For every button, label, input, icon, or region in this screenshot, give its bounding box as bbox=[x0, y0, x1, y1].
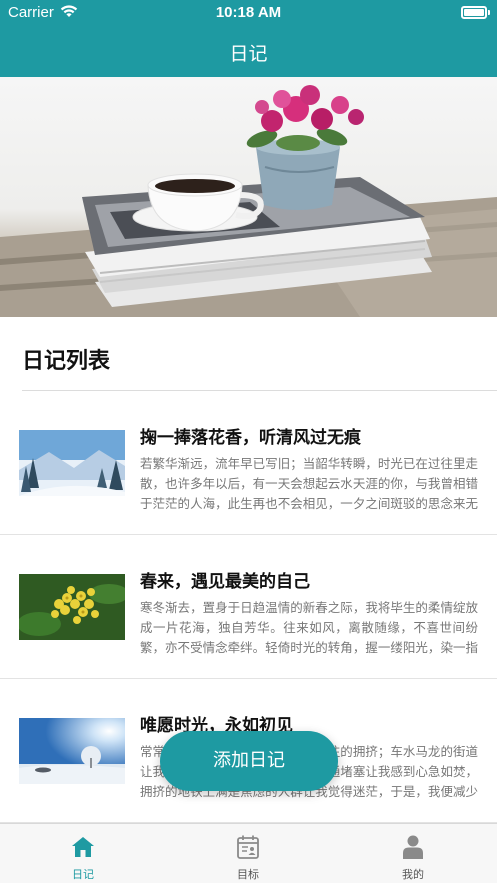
tab-label: 我的 bbox=[402, 868, 424, 881]
battery-icon bbox=[461, 6, 487, 19]
diary-thumbnail bbox=[19, 574, 125, 640]
diary-excerpt: 寒冬渐去，置身于日趋温情的新春之际，我将毕生的柔情绽放成一片花海，独自芳华。往来… bbox=[140, 600, 478, 655]
tab-label: 目标 bbox=[237, 868, 259, 881]
page-title: 日记 bbox=[229, 43, 268, 65]
diary-title: 春来，遇见最美的自己 bbox=[140, 572, 310, 592]
diary-list-item[interactable]: 掬一捧落花香，听清风过无痕 若繁华渐远，流年早已写旧；当韶华转瞬，时光已在过往里… bbox=[0, 391, 497, 535]
tab-bar: 日记 目标 我的 bbox=[0, 823, 497, 883]
tab-diary[interactable]: 日记 bbox=[33, 824, 133, 883]
home-icon bbox=[72, 837, 94, 857]
tab-profile[interactable]: 我的 bbox=[363, 824, 463, 883]
winter-sun-image bbox=[19, 718, 125, 784]
hero-image bbox=[0, 77, 497, 317]
status-bar: Carrier 10:18 AM bbox=[0, 0, 497, 26]
person-icon bbox=[403, 835, 423, 859]
battery-tip bbox=[488, 10, 490, 15]
diary-title: 掬一捧落花香，听清风过无痕 bbox=[140, 428, 361, 448]
diary-list-item[interactable]: 春来，遇见最美的自己 寒冬渐去，置身于日趋温情的新春之际，我将毕生的柔情绽放成一… bbox=[0, 535, 497, 679]
calendar-icon bbox=[237, 835, 259, 859]
hero-illustration bbox=[0, 85, 497, 317]
tab-goals[interactable]: 目标 bbox=[198, 824, 298, 883]
diary-list-heading: 日记列表 bbox=[22, 349, 111, 374]
add-diary-button[interactable]: 添加日记 bbox=[160, 731, 338, 791]
tab-label: 日记 bbox=[72, 868, 94, 881]
snowy-forest-image bbox=[19, 430, 125, 496]
navigation-bar: 日记 bbox=[0, 26, 497, 77]
clock: 10:18 AM bbox=[215, 4, 282, 21]
diary-thumbnail bbox=[19, 718, 125, 784]
diary-excerpt: 若繁华渐远，流年早已写旧；当韶华转瞬，时光已在过往里走散，也许多年以后，有一天会… bbox=[140, 456, 478, 511]
diary-thumbnail bbox=[19, 430, 125, 496]
yellow-flowers-image bbox=[19, 574, 125, 640]
